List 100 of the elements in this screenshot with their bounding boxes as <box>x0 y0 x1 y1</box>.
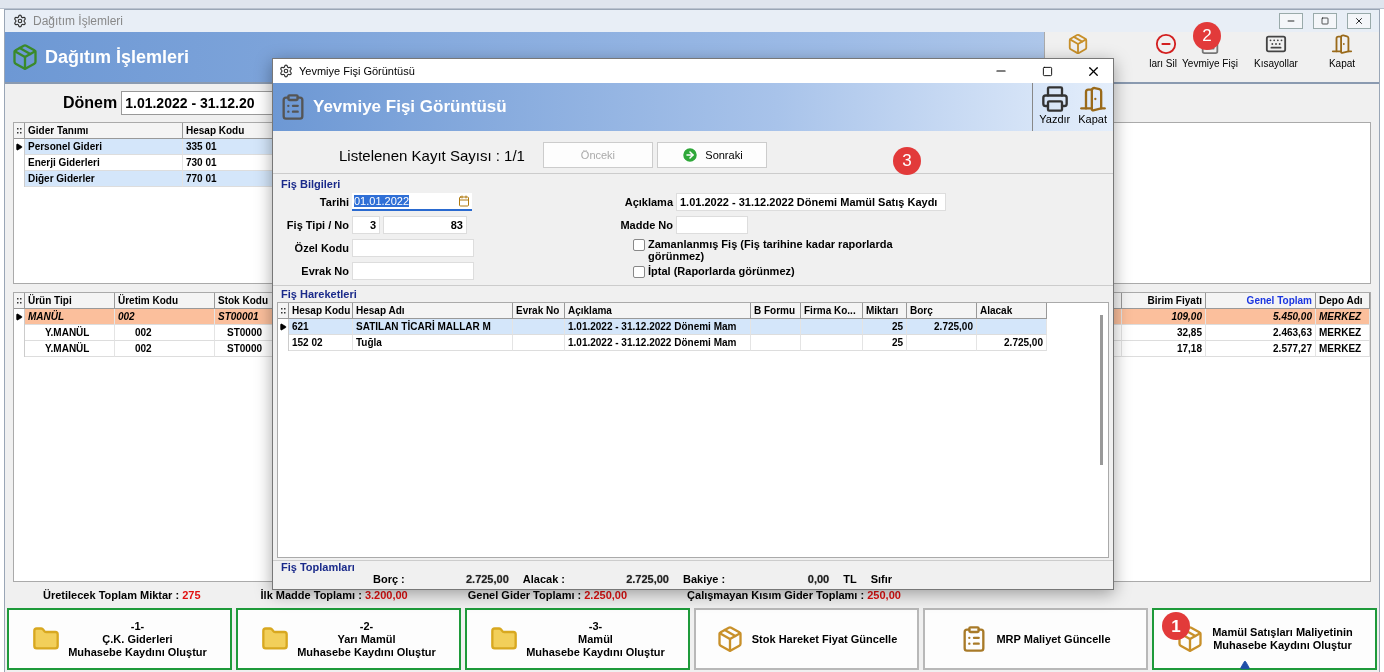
column-header: B Formu <box>751 303 801 319</box>
maximize-icon <box>1321 17 1329 25</box>
table-cell <box>751 335 801 351</box>
app-icon <box>13 14 27 28</box>
app-icon <box>279 64 293 78</box>
close-button[interactable] <box>1347 13 1371 29</box>
input-field[interactable] <box>352 262 474 280</box>
folder-icon <box>32 625 61 653</box>
table-cell: 17,18 <box>1122 341 1206 357</box>
table-cell: 1.01.2022 - 31.12.2022 Dönemi Mam <box>565 335 751 351</box>
grip-icon <box>280 307 286 314</box>
nav-button[interactable]: Sonraki <box>656 142 767 168</box>
column-header: Borç <box>907 303 977 319</box>
record-count-text: Listelenen Kayıt Sayısı : 1/1 <box>339 146 525 164</box>
table-cell: 002 <box>115 325 215 341</box>
minimize-button[interactable] <box>1279 13 1303 29</box>
table-cell <box>801 319 863 335</box>
app-logo-icon <box>11 43 39 71</box>
table-cell <box>513 319 565 335</box>
table-cell: MERKEZ <box>1316 309 1370 325</box>
toolbar-button[interactable]: Kapat <box>1309 32 1375 82</box>
column-header: Miktarı <box>863 303 907 319</box>
section-title: Fiş Hareketleri <box>280 288 357 300</box>
section-title: Fiş Bilgileri <box>280 178 341 190</box>
action-button[interactable]: -3- Mamül Muhasebe Kaydını Oluştur <box>465 608 690 670</box>
table-cell: 32,85 <box>1122 325 1206 341</box>
input-field[interactable] <box>676 216 748 234</box>
calendar-icon <box>458 195 470 207</box>
checkbox-label: İptal (Raporlarda görünmez) <box>648 265 795 277</box>
field-label: Madde No <box>619 219 673 231</box>
action-button[interactable]: -1- Ç.K. Giderleri Muhasebe Kaydını Oluştur <box>7 608 232 670</box>
checkbox[interactable] <box>633 239 645 251</box>
table-cell <box>751 319 801 335</box>
boxes-icon <box>1067 33 1089 55</box>
dialog-title: Yevmiye Fişi Görüntüsü <box>299 65 416 77</box>
section-title: Fiş Toplamları <box>280 561 356 573</box>
field-label: Özel Kodu <box>293 242 349 254</box>
field-label: Açıklama <box>623 196 673 208</box>
toolbar-button[interactable]: Kısayollar <box>1243 32 1309 82</box>
table-cell: 5.450,00 <box>1206 309 1316 325</box>
action-button[interactable]: Stok Hareket Fiyat Güncelle <box>694 608 919 670</box>
step-badge: 1 <box>1162 612 1190 640</box>
door-icon <box>1078 85 1107 113</box>
input-field[interactable] <box>352 239 474 257</box>
input-field[interactable]: 3 <box>352 216 380 234</box>
boxes-icon <box>715 625 744 653</box>
table-cell: Tuğla <box>353 335 513 351</box>
total-label: Borç : <box>373 573 405 585</box>
table-cell <box>801 335 863 351</box>
total-label: Alacak : <box>522 573 565 585</box>
field-label: Evrak No <box>300 265 349 277</box>
row-pointer-icon <box>279 323 287 331</box>
input-field[interactable]: 83 <box>383 216 467 234</box>
table-cell <box>977 319 1047 335</box>
field-label: Tarihi <box>318 196 349 208</box>
date-field[interactable]: 01.01.2022 <box>352 193 472 211</box>
table-cell: MERKEZ <box>1316 341 1370 357</box>
maximize-icon <box>1041 65 1053 77</box>
total-text: Genel Gider Toplamı : 2.250,00 <box>467 589 628 601</box>
action-button[interactable]: MRP Maliyet Güncelle <box>923 608 1148 670</box>
period-label: Dönem <box>63 94 118 112</box>
no-entry-icon <box>1155 33 1177 55</box>
column-header: Birim Fiyatı <box>1122 293 1206 309</box>
door-icon <box>1331 33 1353 55</box>
table-cell: 152 02 <box>289 335 353 351</box>
checkbox-label: Zamanlanmış Fiş (Fiş tarihine kadar raporlarda görünmez) <box>648 238 894 262</box>
close-icon <box>1354 16 1364 26</box>
dialog-header-title: Yevmiye Fişi Görüntüsü <box>313 97 507 117</box>
input-field[interactable]: 1.01.2022 - 31.12.2022 Dönemi Mamül Satış Kaydı <box>676 193 946 211</box>
column-header: Alacak <box>977 303 1047 319</box>
table-cell: Y.MANÜL <box>25 341 115 357</box>
action-button[interactable]: -2- Yarı Mamül Muhasebe Kaydını Oluştur <box>236 608 461 670</box>
toolbar-button[interactable]: Kapat <box>1076 85 1109 129</box>
table-cell <box>513 335 565 351</box>
grip-icon <box>16 127 22 134</box>
table-cell: 25 <box>863 319 907 335</box>
grip-icon <box>16 297 22 304</box>
checkbox[interactable] <box>633 266 645 278</box>
column-header: Gider Tanımı <box>25 123 183 139</box>
scrollbar-thumb[interactable] <box>1099 315 1103 465</box>
action-button[interactable]: Mamül Satışları Maliyetinin Muhasebe Kaydını Oluştur 1 <box>1152 608 1377 670</box>
folder-icon <box>490 625 519 653</box>
table-cell: SATILAN TİCARİ MALLAR M <box>353 319 513 335</box>
toolbar-button[interactable]: Yazdır <box>1037 85 1073 129</box>
window-title: Dağıtım İşlemleri <box>33 14 125 28</box>
column-header: Depo Adı <box>1316 293 1370 309</box>
total-value: 0,00 <box>806 573 830 585</box>
table-cell: Personel Gideri <box>25 139 183 155</box>
table-cell: Enerji Giderleri <box>25 155 183 171</box>
header-title: Dağıtım İşlemleri <box>45 46 190 68</box>
toolbar-button[interactable]: ları Sil <box>1111 32 1177 82</box>
table-cell: 109,00 <box>1122 309 1206 325</box>
arrow-right-icon <box>681 146 700 164</box>
row-pointer-icon <box>15 313 23 321</box>
total-text: Üretilecek Toplam Miktar : 275 <box>43 589 201 601</box>
total-value: 2.725,00 <box>464 573 509 585</box>
currency-text: TL <box>843 573 857 585</box>
column-header: Ürün Tipi <box>25 293 115 309</box>
table-cell: Diğer Giderler <box>25 171 183 187</box>
table-cell: Y.MANÜL <box>25 325 115 341</box>
